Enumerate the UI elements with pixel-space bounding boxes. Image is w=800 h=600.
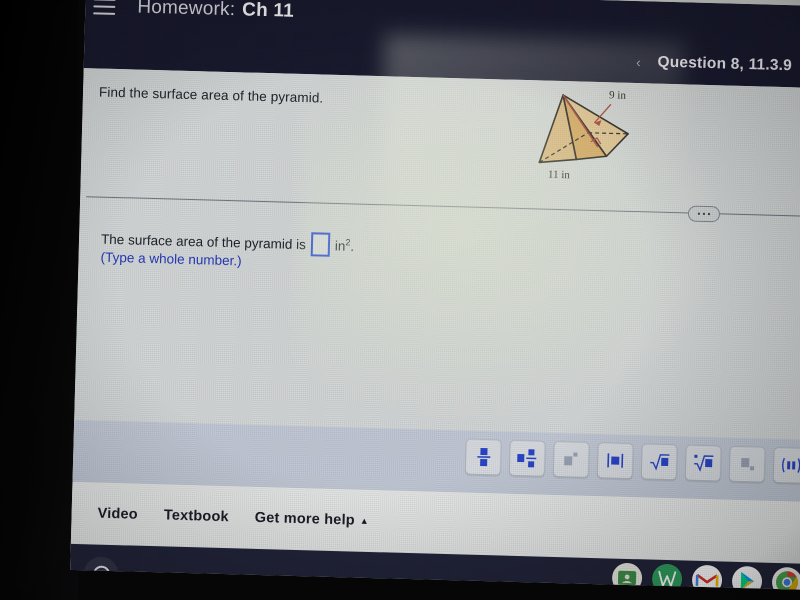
caret-up-icon: ▲ bbox=[359, 515, 370, 526]
photo-of-laptop-screen: Homework: Ch 11 ‹ Question 8, 11.3.9 › F… bbox=[0, 0, 800, 600]
fraction-button[interactable] bbox=[464, 438, 502, 476]
video-button[interactable]: Video bbox=[97, 506, 138, 523]
get-more-help-button[interactable]: Get more help ▲ bbox=[255, 510, 370, 529]
base-edge-label: 11 in bbox=[548, 169, 571, 182]
get-more-help-label: Get more help bbox=[254, 509, 356, 529]
absolute-value-button[interactable] bbox=[596, 442, 634, 480]
shelf-app-classroom[interactable] bbox=[611, 562, 643, 590]
video-button-label: Video bbox=[97, 505, 139, 523]
chevron-left-icon[interactable]: ‹ bbox=[631, 54, 645, 70]
answer-unit-text: in bbox=[334, 238, 346, 254]
slant-height-label: 9 in bbox=[609, 89, 627, 101]
mixed-number-button[interactable] bbox=[508, 439, 546, 477]
nth-root-button[interactable] bbox=[684, 444, 722, 482]
square-pyramid-diagram: 9 in 11 in bbox=[501, 83, 654, 187]
shelf-app-desmos[interactable] bbox=[651, 563, 683, 590]
math-palette-buttons bbox=[464, 438, 800, 484]
shelf-app-gmail[interactable] bbox=[691, 564, 723, 590]
homework-title-prefix: Homework: bbox=[137, 0, 236, 21]
question-work-area: Find the surface area of the pyramid. 9 … bbox=[70, 68, 800, 590]
collapse-handle[interactable] bbox=[687, 205, 721, 223]
laptop-bezel-left bbox=[0, 0, 78, 600]
shelf-app-list bbox=[611, 562, 800, 590]
question-prompt: Find the surface area of the pyramid. bbox=[98, 84, 324, 106]
answer-hint: (Type a whole number.) bbox=[100, 249, 242, 269]
pyramid-svg: 9 in 11 in bbox=[538, 89, 629, 182]
ordered-pair-button[interactable] bbox=[772, 446, 800, 484]
app-header-row-title: Homework: Ch 11 bbox=[85, 0, 800, 46]
shelf-app-chrome[interactable] bbox=[771, 566, 800, 590]
textbook-button-label: Textbook bbox=[163, 507, 230, 526]
subscript-button[interactable] bbox=[728, 445, 766, 483]
homework-chapter: Ch 11 bbox=[241, 0, 295, 22]
textbook-button[interactable]: Textbook bbox=[164, 507, 229, 525]
question-navigation: ‹ Question 8, 11.3.9 › bbox=[631, 41, 800, 88]
question-label: Question 8, 11.3.9 bbox=[657, 53, 793, 75]
hamburger-icon[interactable] bbox=[93, 0, 116, 15]
square-root-button[interactable] bbox=[640, 443, 678, 481]
answer-period: . bbox=[350, 238, 355, 254]
launcher-circle-icon bbox=[92, 565, 110, 583]
launcher-button[interactable] bbox=[83, 556, 119, 590]
answer-input[interactable] bbox=[310, 232, 331, 257]
laptop-screen: Homework: Ch 11 ‹ Question 8, 11.3.9 › F… bbox=[70, 0, 800, 590]
answer-text-before: The surface area of the pyramid is bbox=[100, 231, 307, 252]
answer-unit: in2. bbox=[335, 237, 355, 254]
shelf-app-play-store[interactable] bbox=[731, 565, 763, 590]
exponent-button[interactable] bbox=[552, 440, 590, 478]
